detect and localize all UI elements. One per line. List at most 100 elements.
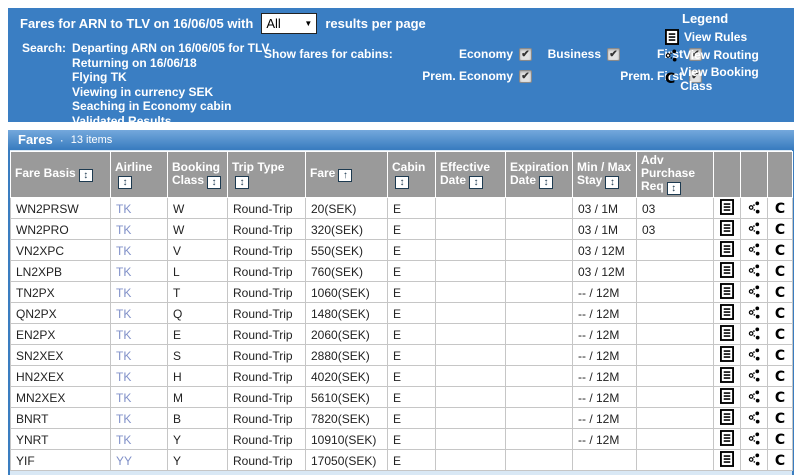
view-routing-button routing-icon[interactable] — [748, 222, 761, 235]
view-booking-class-cell: C — [768, 450, 793, 471]
view-booking-class-button booking-class-icon[interactable]: C — [775, 306, 785, 322]
sort-button-expiration-date[interactable]: ↕ — [539, 176, 553, 189]
sort-button-fare[interactable]: ↑ — [338, 169, 352, 182]
min-max-stay-cell: -- / 12M — [573, 366, 637, 387]
view-routing-button routing-icon[interactable] — [748, 264, 761, 277]
sort-button-cabin[interactable]: ↕ — [395, 176, 409, 189]
view-booking-class-button booking-class-icon[interactable]: C — [775, 285, 785, 301]
expiration-date-cell — [506, 261, 573, 282]
results-bar: Fares · 13 items — [8, 130, 794, 149]
cabin-filter-grid: Economy ✔ Business ✔ First ✔ Prem. Econo… — [410, 47, 702, 83]
view-routing-button routing-icon[interactable] — [748, 327, 761, 340]
view-rules-button rules-icon[interactable] — [720, 346, 734, 362]
sort-button-effective-date[interactable]: ↕ — [469, 176, 483, 189]
fare-row: LN2XPB TK L Round-Trip 760(SEK) E 03 / 1… — [11, 261, 793, 282]
airline-cell[interactable]: TK — [111, 429, 168, 450]
view-booking-class-button booking-class-icon[interactable]: C — [775, 222, 785, 238]
airline-cell[interactable]: YY — [111, 450, 168, 471]
effective-date-cell — [436, 198, 506, 219]
view-routing-button routing-icon[interactable] — [748, 411, 761, 424]
cabin-cell: E — [388, 450, 436, 471]
min-max-stay-cell: -- / 12M — [573, 324, 637, 345]
view-booking-class-button booking-class-icon[interactable]: C — [775, 432, 785, 448]
results-per-page-select[interactable]: All ▼ — [261, 13, 317, 34]
trip-type-cell: Round-Trip — [228, 240, 306, 261]
view-routing-button routing-icon[interactable] — [748, 306, 761, 319]
view-routing-button routing-icon[interactable] — [748, 348, 761, 361]
view-rules-button rules-icon[interactable] — [720, 409, 734, 425]
adv-purchase-req-cell — [637, 303, 714, 324]
min-max-stay-cell: -- / 12M — [573, 387, 637, 408]
booking-class-cell: W — [168, 198, 228, 219]
airline-cell[interactable]: TK — [111, 408, 168, 429]
view-booking-class-button booking-class-icon[interactable]: C — [775, 369, 785, 385]
view-rules-button rules-icon[interactable] — [720, 430, 734, 446]
view-booking-class-button booking-class-icon[interactable]: C — [775, 453, 785, 469]
view-routing-cell — [741, 324, 768, 345]
sort-button-booking-class[interactable]: ↕ — [207, 176, 221, 189]
sort-button-trip-type[interactable]: ↕ — [235, 176, 249, 189]
column-header-booking-class: Booking Class↕ — [168, 152, 228, 198]
view-routing-cell — [741, 198, 768, 219]
view-booking-class-button booking-class-icon[interactable]: C — [775, 411, 785, 427]
view-booking-class-button booking-class-icon[interactable]: C — [775, 327, 785, 343]
view-rules-button rules-icon[interactable] — [720, 367, 734, 383]
view-rules-button rules-icon[interactable] — [720, 451, 734, 467]
airline-cell[interactable]: TK — [111, 324, 168, 345]
view-rules-cell — [714, 408, 741, 429]
cabin-cell: E — [388, 198, 436, 219]
fares-table-body: WN2PRSW TK W Round-Trip 20(SEK) E 03 / 1… — [11, 198, 793, 471]
view-routing-button routing-icon[interactable] — [748, 432, 761, 445]
view-rules-button rules-icon[interactable] — [720, 199, 734, 215]
sort-button-min-max-stay[interactable]: ↕ — [605, 176, 619, 189]
view-rules-button rules-icon[interactable] — [720, 388, 734, 404]
sort-button-adv-purchase-req[interactable]: ↕ — [667, 182, 681, 195]
view-routing-button routing-icon[interactable] — [748, 201, 761, 214]
min-max-stay-cell: -- / 12M — [573, 345, 637, 366]
sort-button-airline[interactable]: ↕ — [118, 176, 132, 189]
search-criteria: Search: Departing ARN on 16/06/05 for TL… — [22, 41, 269, 128]
view-rules-button rules-icon[interactable] — [720, 241, 734, 257]
view-rules-button rules-icon[interactable] — [720, 262, 734, 278]
search-summary-panel: Fares for ARN to TLV on 16/06/05 with Al… — [8, 8, 794, 122]
view-rules-cell — [714, 345, 741, 366]
expiration-date-cell — [506, 282, 573, 303]
prem-economy-checkbox[interactable]: ✔ — [519, 70, 532, 83]
view-rules-button rules-icon[interactable] — [720, 220, 734, 236]
airline-cell[interactable]: TK — [111, 240, 168, 261]
view-routing-button routing-icon[interactable] — [748, 243, 761, 256]
business-checkbox[interactable]: ✔ — [607, 48, 620, 61]
view-booking-class-button booking-class-icon[interactable]: C — [775, 201, 785, 217]
view-routing-button routing-icon[interactable] — [748, 453, 761, 466]
fare-basis-cell: TN2PX — [11, 282, 111, 303]
adv-purchase-req-cell — [637, 366, 714, 387]
view-booking-class-cell: C — [768, 261, 793, 282]
expiration-date-cell — [506, 429, 573, 450]
sort-button-fare-basis[interactable]: ↕ — [79, 169, 93, 182]
view-routing-button routing-icon[interactable] — [748, 285, 761, 298]
airline-cell[interactable]: TK — [111, 219, 168, 240]
view-booking-class-cell: C — [768, 408, 793, 429]
view-rules-button rules-icon[interactable] — [720, 325, 734, 341]
min-max-stay-cell: 03 / 1M — [573, 198, 637, 219]
view-booking-class-button booking-class-icon[interactable]: C — [775, 243, 785, 259]
airline-cell[interactable]: TK — [111, 198, 168, 219]
airline-cell[interactable]: TK — [111, 345, 168, 366]
booking-class-cell: M — [168, 387, 228, 408]
airline-cell[interactable]: TK — [111, 282, 168, 303]
view-rules-button rules-icon[interactable] — [720, 283, 734, 299]
economy-checkbox[interactable]: ✔ — [519, 48, 532, 61]
airline-cell[interactable]: TK — [111, 387, 168, 408]
view-rules-button rules-icon[interactable] — [720, 304, 734, 320]
airline-cell[interactable]: TK — [111, 366, 168, 387]
view-booking-class-button booking-class-icon[interactable]: C — [775, 348, 785, 364]
view-routing-button routing-icon[interactable] — [748, 390, 761, 403]
airline-cell[interactable]: TK — [111, 303, 168, 324]
fare-row: YIF YY Y Round-Trip 17050(SEK) E C — [11, 450, 793, 471]
view-routing-button routing-icon[interactable] — [748, 369, 761, 382]
airline-cell[interactable]: TK — [111, 261, 168, 282]
fare-basis-cell: MN2XEX — [11, 387, 111, 408]
view-booking-class-button booking-class-icon[interactable]: C — [775, 390, 785, 406]
view-booking-class-button booking-class-icon[interactable]: C — [775, 264, 785, 280]
cabin-option-business: Business ✔ — [532, 47, 620, 61]
